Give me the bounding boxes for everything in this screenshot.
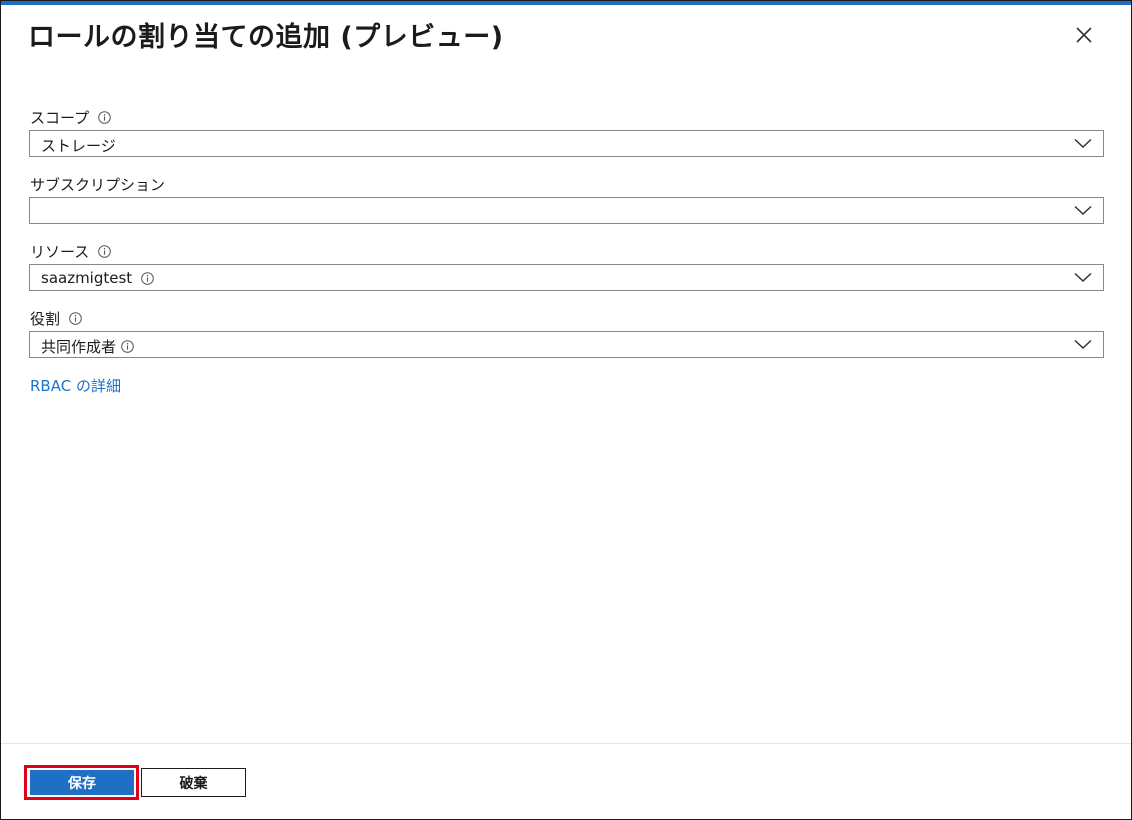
save-button[interactable]: 保存	[30, 770, 134, 795]
close-button[interactable]	[1072, 23, 1096, 47]
resource-dropdown[interactable]: saazmigtest	[29, 264, 1104, 291]
panel-title: ロールの割り当ての追加 (プレビュー)	[28, 22, 504, 53]
role-selected-value-row: 共同作成者	[41, 336, 134, 357]
resource-selected-value: saazmigtest	[41, 269, 133, 287]
scope-label-text: スコープ	[30, 109, 90, 127]
info-icon[interactable]	[69, 312, 82, 325]
chevron-down-icon	[1074, 339, 1092, 350]
close-icon	[1076, 27, 1092, 43]
resource-selected-value-row: saazmigtest	[41, 269, 154, 287]
info-icon[interactable]	[98, 111, 111, 124]
role-label: 役割	[30, 308, 82, 329]
chevron-down-icon	[1074, 272, 1092, 283]
subscription-label-text: サブスクリプション	[30, 176, 166, 194]
scope-label: スコープ	[30, 107, 111, 128]
chevron-down-icon	[1074, 138, 1092, 149]
info-icon[interactable]	[98, 245, 112, 258]
subscription-label: サブスクリプション	[30, 174, 165, 195]
scope-dropdown[interactable]: ストレージ	[29, 130, 1104, 157]
add-role-assignment-panel: ロールの割り当ての追加 (プレビュー) スコープ ストレージ サブスクリプション	[0, 0, 1132, 820]
top-accent-bar	[1, 1, 1131, 5]
resource-label: リソース	[30, 241, 112, 262]
discard-button[interactable]: 破棄	[141, 768, 246, 797]
info-icon[interactable]	[121, 340, 134, 353]
info-icon[interactable]	[141, 271, 154, 285]
subscription-dropdown[interactable]	[29, 197, 1104, 224]
role-dropdown[interactable]: 共同作成者	[29, 331, 1104, 358]
scope-selected-value: ストレージ	[41, 137, 116, 155]
chevron-down-icon	[1074, 205, 1092, 216]
role-selected-value: 共同作成者	[41, 338, 117, 356]
role-label-text: 役割	[30, 310, 61, 328]
resource-label-text: リソース	[30, 243, 90, 261]
footer-divider	[1, 743, 1131, 744]
rbac-details-link[interactable]: RBAC の詳細	[30, 375, 121, 396]
